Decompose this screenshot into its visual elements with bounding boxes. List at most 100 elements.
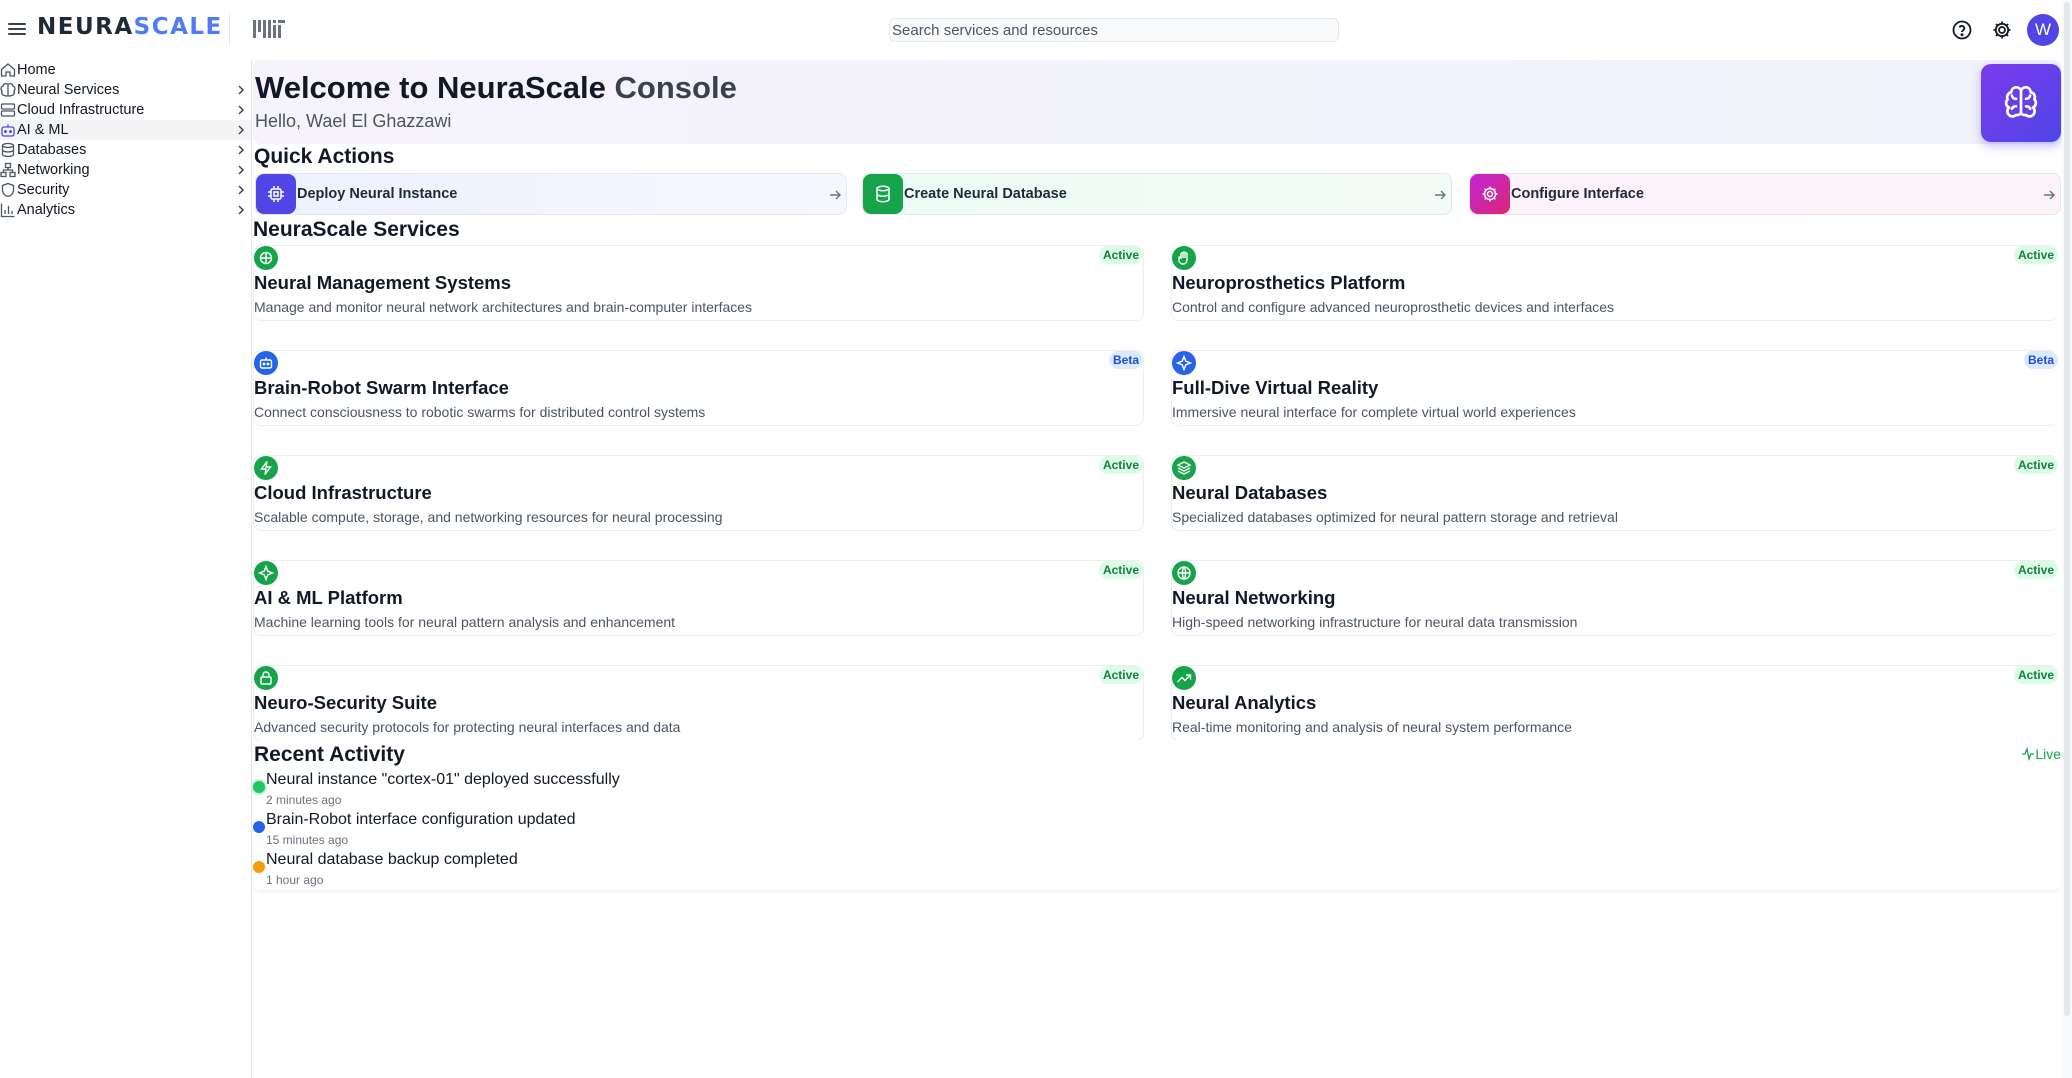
service-card-neural-management[interactable]: Active Neural Management Systems Manage … bbox=[253, 245, 1144, 321]
scrollbar-thumb[interactable] bbox=[2064, 2, 2070, 1016]
status-badge: Active bbox=[2013, 246, 2058, 264]
sidebar-item-databases[interactable]: Databases bbox=[0, 140, 251, 160]
globe-icon bbox=[1172, 561, 1196, 585]
status-badge: Active bbox=[1098, 246, 1143, 264]
service-card-neural-databases[interactable]: Active Neural Databases Specialized data… bbox=[1171, 455, 2058, 531]
sidebar-item-label: Databases bbox=[17, 142, 87, 158]
activity-time: 2 minutes ago bbox=[266, 793, 342, 807]
sidebar-item-label: Cloud Infrastructure bbox=[17, 102, 145, 118]
quick-action-label: Configure Interface bbox=[1511, 186, 1644, 202]
service-card-cloud-infrastructure[interactable]: Active Cloud Infrastructure Scalable com… bbox=[253, 455, 1144, 531]
configure-interface-button[interactable]: Configure Interface bbox=[1469, 173, 2061, 215]
status-badge: Beta bbox=[2023, 351, 2058, 369]
service-card-neural-networking[interactable]: Active Neural Networking High-speed netw… bbox=[1171, 560, 2058, 636]
search-bar[interactable] bbox=[889, 18, 1339, 42]
title-main: Welcome to NeuraScale bbox=[255, 70, 606, 105]
sidebar-item-label: Neural Services bbox=[17, 82, 120, 98]
welcome-banner: Welcome to NeuraScale Console Hello, Wae… bbox=[253, 60, 2061, 144]
robot-icon bbox=[254, 351, 278, 375]
sidebar-item-neural-services[interactable]: Neural Services bbox=[0, 80, 251, 100]
quick-actions-title: Quick Actions bbox=[254, 145, 395, 168]
activity-time: 1 hour ago bbox=[266, 873, 324, 887]
status-badge: Active bbox=[1098, 561, 1143, 579]
status-badge: Active bbox=[2013, 666, 2058, 684]
service-title: Brain-Robot Swarm Interface bbox=[254, 377, 509, 398]
service-description: Machine learning tools for neural patter… bbox=[254, 614, 676, 630]
menu-icon[interactable] bbox=[8, 20, 26, 38]
chevron-right-icon bbox=[238, 205, 244, 215]
status-dot bbox=[253, 781, 265, 793]
status-dot bbox=[253, 861, 265, 873]
logo-accent: SCALE bbox=[133, 14, 223, 40]
activity-text: Brain-Robot interface configuration upda… bbox=[266, 811, 576, 828]
sparkle-icon bbox=[1172, 351, 1196, 375]
status-badge: Active bbox=[1098, 666, 1143, 684]
activity-pulse-icon bbox=[2022, 746, 2035, 762]
sidebar-item-home[interactable]: Home bbox=[0, 60, 251, 80]
lightning-icon bbox=[254, 456, 278, 480]
sidebar-item-cloud-infrastructure[interactable]: Cloud Infrastructure bbox=[0, 100, 251, 120]
service-card-neural-analytics[interactable]: Active Neural Analytics Real-time monito… bbox=[1171, 665, 2058, 741]
status-badge: Active bbox=[2013, 561, 2058, 579]
service-card-brain-robot-swarm[interactable]: Beta Brain-Robot Swarm Interface Connect… bbox=[253, 350, 1144, 426]
top-bar: NEURASCALE W bbox=[0, 0, 2072, 60]
cpu-icon bbox=[256, 174, 296, 214]
service-title: Full-Dive Virtual Reality bbox=[1172, 377, 1379, 398]
bar-chart-icon bbox=[0, 203, 15, 218]
database-icon bbox=[1, 142, 15, 158]
service-title: AI & ML Platform bbox=[254, 587, 403, 608]
search-input[interactable] bbox=[890, 19, 1338, 41]
page-scrollbar[interactable] bbox=[2062, 0, 2072, 1078]
service-title: Neuro-Security Suite bbox=[254, 692, 437, 713]
chevron-right-icon bbox=[238, 165, 244, 175]
chevron-right-icon bbox=[238, 185, 244, 195]
page-title: Welcome to NeuraScale Console bbox=[255, 70, 737, 106]
recent-activity-panel: Recent Activity Live Neural instance "co… bbox=[253, 740, 2061, 890]
recent-activity-title: Recent Activity bbox=[254, 743, 405, 766]
bot-icon bbox=[1, 124, 15, 137]
service-card-neuroprosthetics[interactable]: Active Neuroprosthetics Platform Control… bbox=[1171, 245, 2058, 321]
help-icon[interactable] bbox=[1950, 18, 1974, 42]
service-card-neuro-security[interactable]: Active Neuro-Security Suite Advanced sec… bbox=[253, 665, 1144, 741]
app-logo[interactable]: NEURASCALE bbox=[37, 14, 223, 40]
service-title: Neural Analytics bbox=[1172, 692, 1317, 713]
status-badge: Beta bbox=[1108, 351, 1143, 369]
activity-time: 15 minutes ago bbox=[266, 833, 349, 847]
sidebar-item-label: AI & ML bbox=[17, 122, 69, 138]
logo-primary: NEURA bbox=[37, 14, 134, 40]
service-card-ai-ml-platform[interactable]: Active AI & ML Platform Machine learning… bbox=[253, 560, 1144, 636]
create-neural-database-button[interactable]: Create Neural Database bbox=[862, 173, 1452, 215]
status-badge: Active bbox=[2013, 456, 2058, 474]
status-dot bbox=[253, 821, 265, 833]
sidebar-item-ai-ml[interactable]: AI & ML bbox=[0, 120, 251, 140]
arrow-right-icon bbox=[2044, 190, 2055, 200]
sidebar-item-security[interactable]: Security bbox=[0, 180, 251, 200]
service-description: Real-time monitoring and analysis of neu… bbox=[1172, 719, 1572, 735]
status-badge: Active bbox=[1098, 456, 1143, 474]
deploy-neural-instance-button[interactable]: Deploy Neural Instance bbox=[255, 173, 847, 215]
quick-action-label: Deploy Neural Instance bbox=[297, 186, 458, 202]
shield-icon bbox=[1, 182, 15, 198]
service-card-full-dive-vr[interactable]: Beta Full-Dive Virtual Reality Immersive… bbox=[1171, 350, 2058, 426]
service-title: Neural Management Systems bbox=[254, 272, 512, 293]
sidebar-item-networking[interactable]: Networking bbox=[0, 160, 251, 180]
gear-icon bbox=[1470, 174, 1510, 214]
user-avatar[interactable]: W bbox=[2027, 14, 2059, 46]
server-icon bbox=[0, 103, 16, 117]
brain-logo-badge bbox=[1981, 64, 2061, 142]
service-description: Control and configure advanced neuropros… bbox=[1172, 299, 1615, 315]
chevron-right-icon bbox=[238, 125, 244, 135]
chevron-right-icon bbox=[238, 105, 244, 115]
header-divider bbox=[229, 14, 230, 46]
hand-icon bbox=[1172, 246, 1196, 270]
settings-gear-icon[interactable] bbox=[1990, 18, 2014, 42]
service-description: Advanced security protocols for protecti… bbox=[254, 719, 681, 735]
sidebar-item-analytics[interactable]: Analytics bbox=[0, 200, 251, 220]
network-icon bbox=[0, 162, 16, 178]
arrow-right-icon bbox=[830, 190, 841, 200]
sidebar-item-label: Analytics bbox=[17, 202, 76, 218]
activity-text: Neural database backup completed bbox=[266, 851, 518, 868]
service-description: Specialized databases optimized for neur… bbox=[1172, 509, 1618, 525]
services-title: NeuraScale Services bbox=[253, 218, 460, 241]
layers-icon bbox=[1172, 456, 1196, 480]
